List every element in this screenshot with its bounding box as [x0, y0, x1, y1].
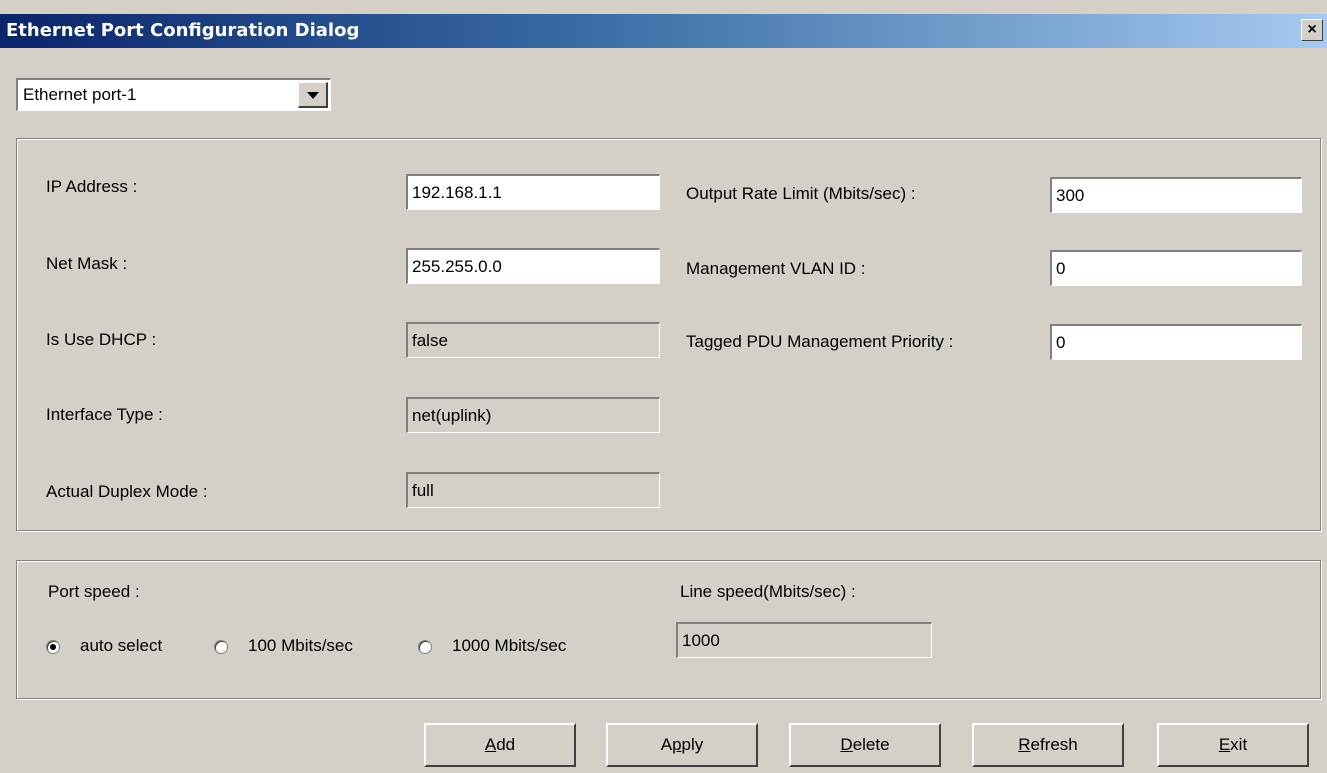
apply-button-mnemonic: p [672, 735, 682, 754]
dropdown-button[interactable] [298, 82, 328, 108]
priority-label: Tagged PDU Management Priority : [686, 332, 954, 351]
priority-field[interactable]: 0 [1050, 324, 1302, 360]
radio-selected-dot [50, 644, 56, 650]
duplex-label: Actual Duplex Mode : [46, 482, 208, 501]
radio-100-mbits-label[interactable]: 100 Mbits/sec [248, 636, 353, 656]
net-mask-label: Net Mask : [46, 254, 128, 273]
add-button-mnemonic: A [484, 735, 497, 754]
radio-auto-select[interactable] [46, 640, 60, 654]
vlan-label: Management VLAN ID : [686, 259, 866, 278]
radio-auto-select-label[interactable]: auto select [80, 636, 162, 656]
exit-button[interactable]: Exit [1157, 723, 1309, 767]
interface-type-field: net(uplink) [406, 397, 660, 433]
net-mask-field[interactable]: 255.255.0.0 [406, 248, 660, 284]
speed-group [16, 560, 1321, 699]
apply-button-label: ply [681, 735, 704, 754]
radio-1000-mbits[interactable] [418, 640, 432, 654]
line-speed-label: Line speed(Mbits/sec) : [680, 582, 856, 601]
port-select[interactable]: Ethernet port-1 [16, 78, 331, 111]
delete-button[interactable]: Delete [789, 723, 941, 767]
close-button[interactable]: × [1301, 19, 1323, 41]
apply-button[interactable]: Apply [606, 723, 758, 767]
port-select-value: Ethernet port-1 [23, 85, 137, 104]
ip-address-field[interactable]: 192.168.1.1 [406, 174, 660, 210]
duplex-field: full [406, 472, 660, 508]
title-bar: Ethernet Port Configuration Dialog × [0, 14, 1327, 48]
dhcp-label: Is Use DHCP : [46, 330, 157, 349]
rate-limit-field[interactable]: 300 [1050, 177, 1302, 213]
refresh-button-label: efresh [1030, 735, 1078, 754]
chevron-down-icon [307, 92, 319, 99]
add-button-label: dd [496, 735, 516, 754]
vlan-field[interactable]: 0 [1050, 250, 1302, 286]
rate-limit-label: Output Rate Limit (Mbits/sec) : [686, 184, 916, 203]
refresh-button[interactable]: Refresh [972, 723, 1124, 767]
exit-button-label: xit [1230, 735, 1248, 754]
apply-button-prefix: A [660, 735, 673, 754]
line-speed-field: 1000 [676, 622, 932, 658]
interface-type-label: Interface Type : [46, 405, 163, 424]
dhcp-field: false [406, 322, 660, 358]
delete-button-mnemonic: D [840, 735, 853, 754]
radio-1000-mbits-label[interactable]: 1000 Mbits/sec [452, 636, 566, 656]
port-speed-label: Port speed : [48, 582, 140, 601]
radio-100-mbits[interactable] [214, 640, 228, 654]
dialog-title: Ethernet Port Configuration Dialog [6, 20, 360, 41]
ip-address-label: IP Address : [46, 177, 138, 196]
exit-button-mnemonic: E [1218, 735, 1231, 754]
ethernet-port-dialog: Ethernet Port Configuration Dialog × Eth… [0, 0, 1327, 773]
refresh-button-mnemonic: R [1018, 735, 1031, 754]
delete-button-label: elete [852, 735, 890, 754]
add-button[interactable]: Add [424, 723, 576, 767]
